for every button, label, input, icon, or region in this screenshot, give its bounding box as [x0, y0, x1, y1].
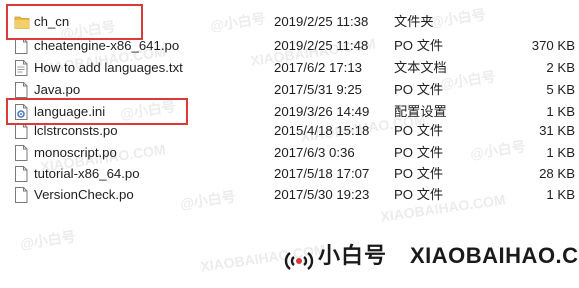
brand-name-en: XIAOBAIHAO.COM [410, 243, 579, 268]
file-name: tutorial-x86_64.po [34, 166, 140, 181]
file-date: 2017/5/18 17:07 [274, 166, 370, 181]
file-date: 2017/5/31 9:25 [274, 82, 362, 97]
file-size: 370 KB [531, 38, 575, 53]
broadcast-icon [282, 244, 316, 270]
brand-name-cn: 小白号 [318, 243, 388, 268]
file-size: 5 KB [546, 82, 575, 97]
file-type: 文本文档 [394, 60, 447, 75]
file-name: monoscript.po [34, 145, 117, 160]
file-row-versioncheck-po[interactable]: VersionCheck.po 2017/5/30 19:23 PO 文件 1 … [0, 184, 579, 206]
file-row-tutorial-po[interactable]: tutorial-x86_64.po 2017/5/18 17:07 PO 文件… [0, 163, 579, 185]
file-size: 2 KB [546, 60, 575, 75]
file-size: 31 KB [539, 123, 575, 138]
file-size: 28 KB [539, 166, 575, 181]
file-type: PO 文件 [394, 82, 444, 97]
text-document-icon [14, 60, 28, 76]
document-icon [14, 187, 28, 203]
file-size: 1 KB [546, 187, 575, 202]
file-type: PO 文件 [394, 145, 444, 160]
file-date: 2017/6/3 0:36 [274, 145, 355, 160]
file-date: 2015/4/18 15:18 [274, 123, 370, 138]
file-name: How to add languages.txt [34, 60, 183, 75]
watermark-text: @小白号 [19, 228, 77, 252]
file-name: VersionCheck.po [34, 187, 134, 202]
file-size: 1 KB [546, 145, 575, 160]
file-type: PO 文件 [394, 123, 444, 138]
file-type: PO 文件 [394, 166, 444, 181]
file-type: 文件夹 [394, 14, 434, 29]
document-icon [14, 145, 28, 161]
document-icon [14, 38, 28, 54]
document-icon [14, 123, 28, 139]
document-icon [14, 82, 28, 98]
highlight-box-ch-cn [6, 4, 143, 40]
highlight-box-language-ini [6, 98, 188, 125]
file-row-how-to-add-languages[interactable]: How to add languages.txt 2017/6/2 17:13 … [0, 57, 579, 79]
file-row-monoscript-po[interactable]: monoscript.po 2017/6/3 0:36 PO 文件 1 KB [0, 142, 579, 164]
file-date: 2019/2/25 11:38 [274, 14, 369, 29]
file-date: 2017/5/30 19:23 [274, 187, 370, 202]
file-type: PO 文件 [394, 187, 444, 202]
document-icon [14, 166, 28, 182]
file-date: 2017/6/2 17:13 [274, 60, 362, 75]
file-date: 2019/2/25 11:48 [274, 38, 369, 53]
file-type: PO 文件 [394, 38, 444, 53]
